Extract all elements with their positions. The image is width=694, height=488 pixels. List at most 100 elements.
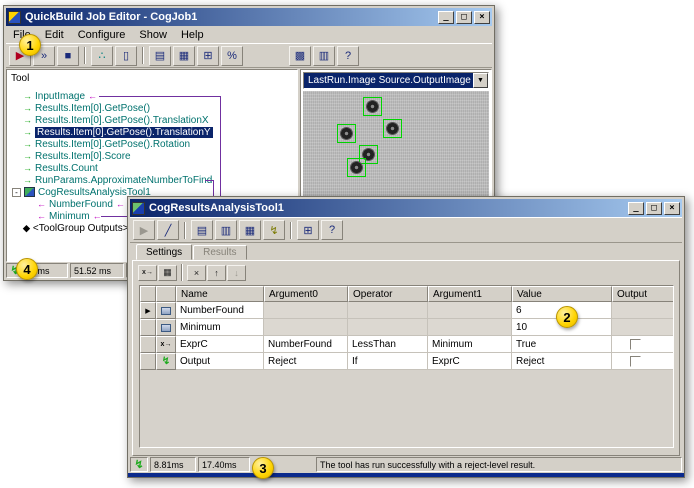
cell-argument1[interactable]: ExprC [428,353,512,370]
help-button[interactable]: ? [337,46,359,66]
cell-output [612,336,674,353]
callout-1: 1 [19,34,41,56]
toolbar-separator [84,47,86,64]
cell-name[interactable]: Minimum [176,319,264,336]
cell-name[interactable]: Output [176,353,264,370]
output-checkbox[interactable] [630,339,641,350]
collapse-icon[interactable]: - [12,188,21,197]
cell-argument1[interactable]: Minimum [428,336,512,353]
help-button[interactable]: ? [321,220,343,240]
edit-terminals-button[interactable]: ╱ [157,220,179,240]
input-arrow-icon: ← [37,199,46,209]
cell-value[interactable]: True [512,336,612,353]
run-tool-button[interactable]: ▶ [133,220,155,240]
cell-name[interactable]: NumberFound [176,302,264,319]
tool-titlebar[interactable]: CogResultsAnalysisTool1 _ □ × [130,199,682,217]
delete-button[interactable]: × [187,265,206,281]
view-split-button[interactable]: ⊞ [197,46,219,66]
zoom-button[interactable]: % [221,46,243,66]
tree-item-toolgroup-outputs[interactable]: ◆ <ToolGroup Outputs> [23,222,129,234]
tree-item-score[interactable]: → Results.Item[0].Score [23,150,131,162]
tree-item-runparams[interactable]: → RunParams.ApproximateNumberToFind [23,174,212,186]
tree-item-inputimage[interactable]: → InputImage ← [23,90,97,102]
input-link-arrow-icon: ← [116,199,125,209]
report-button[interactable]: ▯ [115,46,137,66]
minimize-button[interactable]: _ [628,202,644,215]
current-row-marker[interactable]: ▶ [140,302,156,319]
chevron-down-icon[interactable]: ▼ [473,73,488,88]
tree-item-count[interactable]: → Results.Count [23,162,98,174]
stop-button[interactable]: ■ [57,46,79,66]
cell-operator [348,319,428,336]
toolbar-separator [290,222,292,239]
tree-item-translationy-selected[interactable]: → Results.Item[0].GetPose().TranslationY [23,126,213,138]
cell-operator[interactable]: LessThan [348,336,428,353]
cell-name[interactable]: ExprC [176,336,264,353]
tool-total-time: 17.40ms [198,457,250,472]
close-button[interactable]: × [474,11,490,24]
output-arrow-icon: → [23,103,32,113]
menu-help[interactable]: Help [174,28,211,42]
move-down-button[interactable]: ↓ [227,265,246,281]
row-header[interactable] [140,336,156,353]
quickbuild-titlebar[interactable]: QuickBuild Job Editor - CogJob1 _ □ × [6,8,492,26]
cell-argument0[interactable]: Reject [264,353,348,370]
window-cascade-button[interactable]: ▥ [313,46,335,66]
cell-argument0[interactable]: NumberFound [264,336,348,353]
tab-results[interactable]: Results [193,245,246,260]
tab-settings[interactable]: Settings [136,244,192,260]
output-arrow-icon: → [23,139,32,149]
match-region-box [337,124,356,143]
output-arrow-icon: → [23,163,32,173]
step-button[interactable]: ∴ [91,46,113,66]
input-link-arrow-icon: ← [88,91,97,101]
window-layout-button[interactable]: ▩ [289,46,311,66]
move-up-button[interactable]: ↑ [207,265,226,281]
image-source-combobox[interactable]: LastRun.Image Source.OutputImage ▼ [303,72,489,89]
tree-item-rotation[interactable]: → Results.Item[0].GetPose().Rotation [23,138,190,150]
cell-value[interactable]: Reject [512,353,612,370]
column-header-output: Output [612,286,674,302]
cell-operator[interactable]: If [348,353,428,370]
save-button[interactable]: ▥ [215,220,237,240]
tree-item-numberfound[interactable]: ← NumberFound ← [37,198,125,210]
grid-row-minimum: Minimum 10 [140,319,673,336]
menu-edit[interactable]: Edit [38,28,71,42]
tool-run-time: 8.81ms [150,457,196,472]
output-arrow-icon: → [23,115,32,125]
view-grid-button[interactable]: ▦ [173,46,195,66]
input-arrow-icon: ← [37,211,46,221]
import-button[interactable]: ▦ [239,220,261,240]
tree-item-minimum[interactable]: ← Minimum ← [37,210,102,222]
menu-show[interactable]: Show [132,28,174,42]
electric-button[interactable]: ↯ [263,220,285,240]
tree-item-getpose[interactable]: → Results.Item[0].GetPose() [23,102,150,114]
menubar: File Edit Configure Show Help [6,26,492,43]
row-header[interactable] [140,353,156,370]
grid-row-numberfound: ▶ NumberFound 6 [140,302,673,319]
tree-item-translationx[interactable]: → Results.Item[0].GetPose().TranslationX [23,114,209,126]
show-grid-button[interactable]: ▦ [158,265,177,281]
cell-argument0 [264,319,348,336]
cell-argument0 [264,302,348,319]
open-button[interactable]: ▤ [191,220,213,240]
minimize-button[interactable]: _ [438,11,454,24]
menu-configure[interactable]: Configure [71,28,133,42]
close-button[interactable]: × [664,202,680,215]
output-terminal-icon: ↯ [156,353,176,370]
add-terminal-button[interactable]: x→ [138,265,157,281]
expression-icon: x→ [156,336,176,353]
maximize-button[interactable]: □ [646,202,662,215]
output-checkbox[interactable] [630,356,641,367]
views-button[interactable]: ⊞ [297,220,319,240]
terminal-icon [156,302,176,319]
link-line [205,180,213,181]
window-title: QuickBuild Job Editor - CogJob1 [25,11,197,23]
match-region-box [363,97,382,116]
cell-operator [348,302,428,319]
maximize-button[interactable]: □ [456,11,472,24]
row-header[interactable] [140,319,156,336]
tool-statusbar: ↯ 8.81ms 17.40ms The tool has run succes… [130,456,682,472]
view-image-button[interactable]: ▤ [149,46,171,66]
output-arrow-icon: → [23,175,32,185]
